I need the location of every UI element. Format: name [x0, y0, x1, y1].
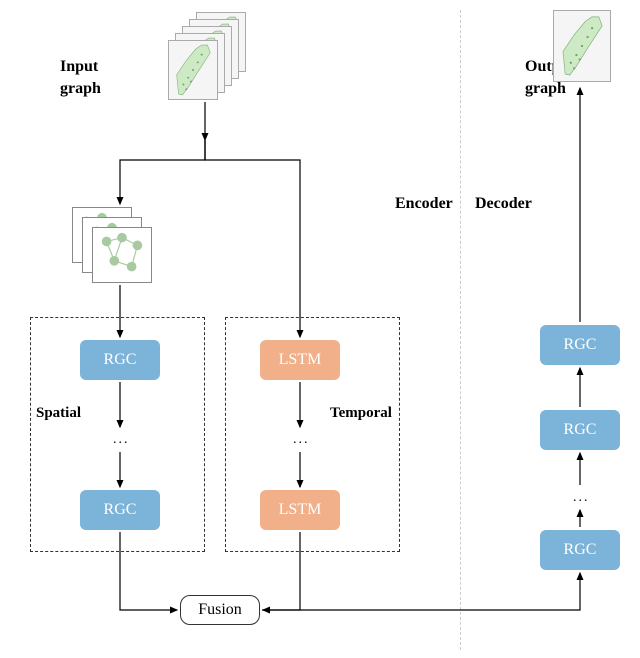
temporal-ellipsis: ... — [293, 432, 310, 448]
spatial-graph-1 — [92, 227, 152, 283]
fusion-block: Fusion — [180, 595, 260, 625]
decoder-rgc-2: RGC — [540, 410, 620, 450]
spatial-ellipsis: ... — [113, 432, 130, 448]
decoder-rgc-3: RGC — [540, 530, 620, 570]
encoder-decoder-separator — [460, 10, 461, 650]
temporal-label: Temporal — [330, 405, 392, 422]
input-graph-label-2: graph — [60, 80, 101, 98]
decoder-rgc-1: RGC — [540, 325, 620, 365]
temporal-lstm-1: LSTM — [260, 340, 340, 380]
decoder-label: Decoder — [475, 195, 532, 213]
decoder-ellipsis: ... — [573, 490, 590, 506]
output-graph-label-2: graph — [525, 80, 566, 98]
output-graph-map — [553, 10, 611, 82]
spatial-label: Spatial — [36, 405, 81, 422]
spatial-rgc-1: RGC — [80, 340, 160, 380]
encoder-label: Encoder — [395, 195, 453, 213]
input-graph-label-1: Input — [60, 58, 98, 76]
spatial-rgc-2: RGC — [80, 490, 160, 530]
temporal-lstm-2: LSTM — [260, 490, 340, 530]
input-graph-map-1 — [168, 40, 218, 100]
